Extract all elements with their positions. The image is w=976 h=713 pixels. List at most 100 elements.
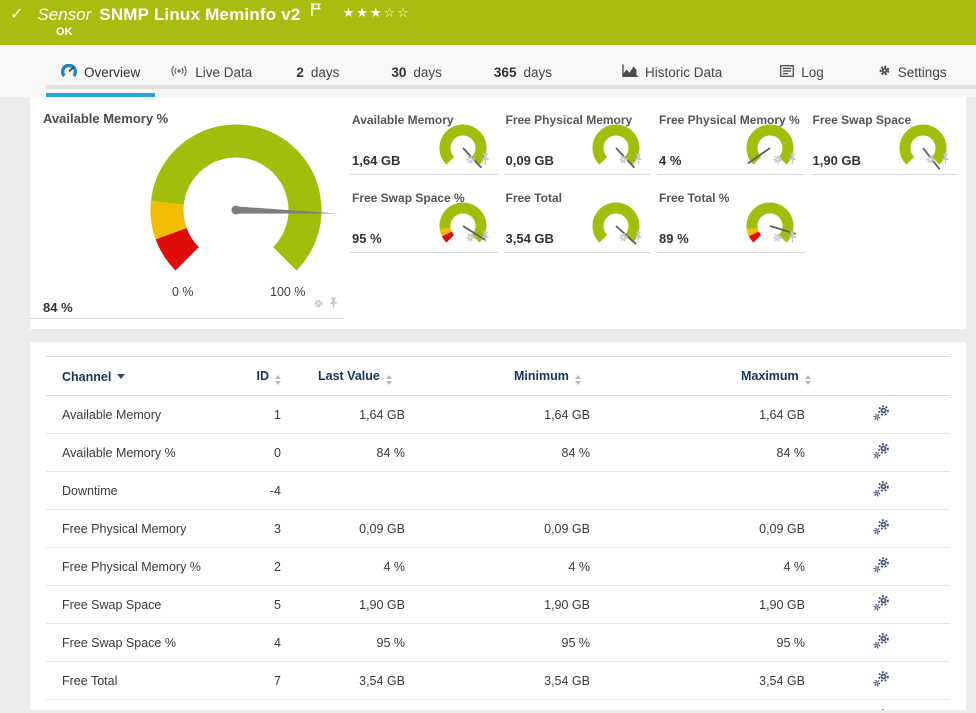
channel-settings-icon[interactable] — [873, 519, 889, 538]
gauge-settings-gear-icon[interactable] — [465, 230, 476, 248]
cell-lv: 4 % — [281, 547, 405, 586]
column-label: ID — [256, 369, 270, 383]
tab-historic-data[interactable]: Historic Data — [607, 55, 737, 89]
cell-id: 3 — [221, 509, 281, 548]
tab-30-days[interactable]: 30 days — [376, 55, 457, 89]
tab-live-data[interactable]: Live Data — [155, 55, 267, 89]
status-check-icon: ✓ — [10, 6, 24, 23]
gauge-value: 1,64 GB — [352, 153, 401, 168]
cell-max: 1,90 GB — [590, 585, 805, 624]
column-header-last-value[interactable]: Last Value — [281, 356, 405, 396]
channel-table: Channel ID Last Value Minimum Maximum Availa… — [46, 356, 950, 710]
cell-max: 95 % — [590, 623, 805, 662]
gauge-pin-icon[interactable] — [634, 152, 643, 170]
main-gauge — [150, 124, 337, 271]
column-label: Maximum — [741, 369, 799, 383]
cell-max: 3,54 GB — [590, 661, 805, 700]
cell-lv: 1,90 GB — [281, 585, 405, 624]
column-header-channel[interactable]: Channel — [46, 356, 221, 396]
cell-ch: Free Physical Memory — [46, 509, 221, 548]
tab-log[interactable]: Log — [765, 55, 839, 89]
gauge-tile-free-total[interactable]: Free Total 3,54 GB — [503, 187, 651, 253]
cell-min: 95 % — [405, 623, 590, 662]
column-label: Channel — [62, 370, 112, 384]
gauge-tile-free-physical-memory[interactable]: Free Physical Memory 0,09 GB — [503, 109, 651, 175]
table-row: Downtime -4 — [46, 471, 950, 510]
table-row: Free Physical Memory 3 0,09 GB 0,09 GB 0,09 … — [46, 509, 950, 548]
gauge-pin-icon[interactable] — [788, 230, 797, 248]
table-row: Free Total %689 %89 %89 % — [46, 699, 950, 710]
channel-settings-icon[interactable] — [873, 557, 889, 576]
cell-lv: 89 % — [281, 699, 405, 710]
gauge-title: Free Total — [505, 191, 562, 205]
gauge-settings-gear-icon[interactable] — [618, 152, 629, 170]
channel-settings-icon[interactable] — [873, 709, 889, 710]
cell-ch: Free Total % — [46, 699, 221, 710]
gauge-title: Free Total % — [659, 191, 730, 205]
cell-min: 89 % — [405, 699, 590, 710]
channel-settings-icon[interactable] — [873, 633, 889, 652]
priority-flag-icon[interactable] — [310, 3, 321, 21]
tab-label: days — [523, 64, 552, 80]
tab-365-days[interactable]: 365 days — [479, 55, 567, 89]
main-gauge-tile[interactable]: Available Memory % 0 % 100 % 84 % — [30, 97, 346, 329]
tab-2-days[interactable]: 2 days — [281, 55, 354, 89]
column-header-id[interactable]: ID — [221, 356, 281, 396]
channel-settings-icon[interactable] — [873, 595, 889, 614]
gauge-settings-gear-icon[interactable] — [925, 152, 936, 170]
sort-icon — [804, 375, 811, 385]
channel-settings-icon[interactable] — [873, 481, 889, 500]
gauge-settings-gear-icon[interactable] — [313, 296, 324, 314]
tab-number: 30 — [391, 64, 407, 80]
tab-label: Overview — [84, 64, 141, 80]
gauge-pin-icon[interactable] — [941, 152, 950, 170]
channel-settings-icon[interactable] — [873, 671, 889, 690]
sensor-type-label: Sensor — [37, 5, 92, 24]
cell-ch: Free Swap Space — [46, 585, 221, 624]
status-badge: OK — [56, 26, 73, 38]
channel-settings-icon[interactable] — [873, 405, 889, 424]
live-icon — [170, 65, 188, 80]
gauge-tile-available-memory[interactable]: Available Memory 1,64 GB — [350, 109, 498, 175]
priority-stars[interactable]: ★★★☆☆ — [343, 5, 411, 21]
gauge-settings-gear-icon[interactable] — [618, 230, 629, 248]
log-icon — [780, 64, 795, 80]
tab-overview[interactable]: Overview — [46, 55, 156, 97]
gauge-tile-free-physical-memory-pct[interactable]: Free Physical Memory % 4 % — [657, 109, 805, 175]
sort-icon — [574, 375, 581, 385]
tab-label: Historic Data — [644, 64, 723, 80]
table-row: Available Memory 1 1,64 GB 1,64 GB 1,64 GB — [46, 395, 950, 434]
tab-settings[interactable]: Settings — [863, 55, 962, 89]
gauge-tile-free-total-pct[interactable]: Free Total % 89 % — [657, 187, 805, 253]
table-row: Free Total 7 3,54 GB 3,54 GB 3,54 GB — [46, 661, 950, 700]
cell-min: 84 % — [405, 433, 590, 472]
table-row: Available Memory % 0 84 % 84 % 84 % — [46, 433, 950, 472]
gauge-settings-gear-icon[interactable] — [772, 152, 783, 170]
gauge-tile-free-swap-space-pct[interactable]: Free Swap Space % 95 % — [350, 187, 498, 253]
gauge-pin-icon[interactable] — [329, 296, 338, 314]
gauge-pin-icon[interactable] — [788, 152, 797, 170]
gauge-pin-icon[interactable] — [481, 152, 490, 170]
cell-min: 1,90 GB — [405, 585, 590, 624]
gauge-pin-icon[interactable] — [634, 230, 643, 248]
cell-max: 1,64 GB — [590, 395, 805, 434]
column-header-maximum[interactable]: Maximum — [590, 356, 811, 396]
gauge-tile-free-swap-space[interactable]: Free Swap Space 1,90 GB — [810, 109, 958, 175]
cell-max: 4 % — [590, 547, 805, 586]
cell-ch: Free Swap Space % — [46, 623, 221, 662]
tab-label: days — [310, 64, 340, 80]
page-title: SNMP Linux Meminfo v2 — [99, 5, 301, 24]
cell-min: 4 % — [405, 547, 590, 586]
channel-settings-icon[interactable] — [873, 443, 889, 462]
cell-ch: Downtime — [46, 471, 221, 510]
cell-lv: 0,09 GB — [281, 509, 405, 548]
gauge-settings-gear-icon[interactable] — [465, 152, 476, 170]
gauge-pin-icon[interactable] — [481, 230, 490, 248]
tab-label: Live Data — [195, 64, 253, 80]
column-header-actions — [805, 356, 950, 396]
gauge-settings-gear-icon[interactable] — [772, 230, 783, 248]
column-header-minimum[interactable]: Minimum — [405, 356, 590, 396]
gauge-icon — [60, 63, 78, 81]
cell-max: 0,09 GB — [590, 509, 805, 548]
cell-min: 0,09 GB — [405, 509, 590, 548]
